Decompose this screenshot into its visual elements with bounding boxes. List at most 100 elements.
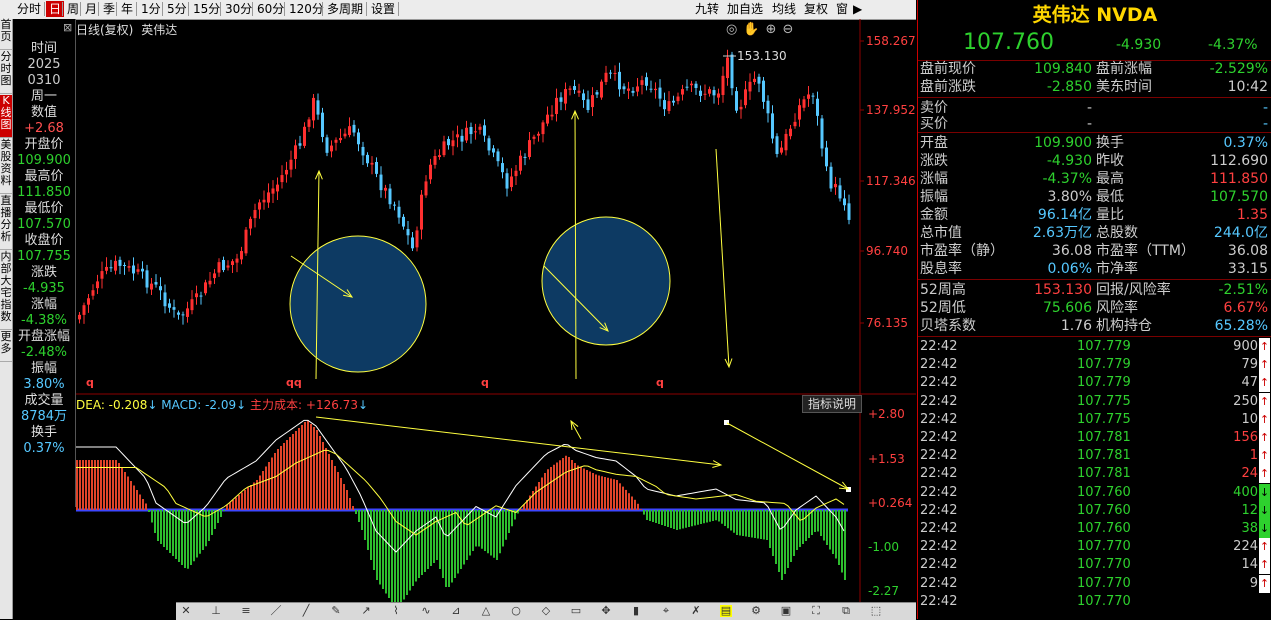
draw-tool-icon-17[interactable]: ✗ [690, 605, 702, 617]
period-button-10[interactable]: 60分 [254, 1, 287, 17]
draw-tool-icon-2[interactable]: ≡ [240, 605, 252, 617]
stat52-row-2-label2: 机构持仓 [1096, 318, 1152, 334]
period-button-8[interactable]: 15分 [190, 1, 223, 17]
candle-body [87, 298, 90, 305]
crosshair-info-panel: 时间 2025 0310 周一 数值 +2.68 开盘价 109.900 最高价 111.850 最… [13, 19, 76, 507]
left-tab-6[interactable]: 更多 [0, 331, 12, 362]
chart-canvas[interactable]: 158.267 137.952 117.346 96.740 76.135 +2.80 +1… [76, 19, 916, 619]
stat-row-7-label2: 市净率 [1096, 261, 1138, 277]
draw-tool-icon-1[interactable]: ⊥ [210, 605, 222, 617]
left-tab-2[interactable]: K线图 [0, 95, 12, 138]
draw-tool-icon-3[interactable]: ／ [270, 605, 282, 617]
macd-bar [238, 495, 240, 510]
premarket-row-0-value: 109.840 [1034, 61, 1092, 77]
candle-body [145, 270, 149, 288]
draw-tool-icon-6[interactable]: ↗ [360, 605, 372, 617]
draw-tool-icon-7[interactable]: ⌇ [390, 605, 402, 617]
draw-tool-icon-23[interactable]: ⬚ [870, 605, 882, 617]
candle-body [249, 218, 252, 229]
candle-body [694, 83, 698, 89]
info-label-13: 换手 [30, 425, 57, 440]
kline-chart-area[interactable]: 日线(复权) 英伟达 ◎✋⊕⊖ 158.267 137.952 117.346 96.… [76, 19, 916, 619]
macd-bar [421, 510, 423, 575]
bidask-value: - [1086, 116, 1092, 132]
info-label-2: 周一 [30, 89, 57, 104]
period-button-7[interactable]: 5分 [164, 1, 190, 17]
macd-bar [742, 510, 744, 536]
tick-row: 22:42 107.760 12 ↓ [920, 501, 1270, 520]
macd-trend-arrow-2-head [838, 481, 850, 490]
macd-bar [703, 510, 705, 524]
candle-body [298, 143, 302, 146]
macd-bar [823, 510, 825, 541]
period-button-0[interactable]: 分时 [14, 1, 44, 17]
macd-bar [358, 510, 360, 522]
candle-body [847, 203, 851, 220]
draw-tool-icon-19[interactable]: ⚙ [750, 605, 762, 617]
draw-tool-icon-11[interactable]: ○ [510, 605, 522, 617]
left-tab-3[interactable]: 美股资料 [0, 139, 12, 194]
macd-bar [661, 510, 663, 525]
toolbar-divider [188, 2, 189, 16]
stat52-row-0-label: 52周高 [920, 282, 966, 298]
candle-body [582, 93, 585, 101]
draw-tool-icon-9[interactable]: ⊿ [450, 605, 462, 617]
draw-tool-icon-10[interactable]: △ [480, 605, 492, 617]
draw-tool-icon-16[interactable]: ⌖ [660, 605, 672, 617]
candle-body [154, 282, 158, 285]
indicator-explain-button[interactable]: 指标说明 [802, 395, 862, 413]
draw-tool-icon-21[interactable]: ⛶ [810, 605, 822, 617]
info-close-icon[interactable]: ⊠ [63, 21, 72, 34]
toolbar-right-button-1[interactable]: 加自选 [724, 1, 766, 17]
left-tab-5[interactable]: 内部大宅指数 [0, 251, 12, 330]
toolbar-divider [98, 2, 99, 16]
macd-bar [736, 510, 738, 535]
draw-tool-icon-20[interactable]: ▣ [780, 605, 792, 617]
draw-tool-icon-18[interactable]: ▤ [720, 605, 732, 617]
period-button-13[interactable]: 设置 [368, 1, 398, 17]
left-tab-0[interactable]: 首页 [0, 19, 12, 50]
toolbar-right-button-3[interactable]: 复权 [801, 1, 831, 17]
macd-bar [766, 510, 768, 540]
draw-tool-icon-12[interactable]: ◇ [540, 605, 552, 617]
left-tab-4[interactable]: 直播分析 [0, 195, 12, 250]
candle-body [195, 293, 198, 298]
tick-price: 107.779 [1077, 339, 1131, 354]
tick-row: 22:42 107.760 400 ↓ [920, 483, 1270, 502]
draw-tool-icon-15[interactable]: ▮ [630, 605, 642, 617]
period-button-9[interactable]: 30分 [222, 1, 255, 17]
candle-body [388, 188, 392, 205]
collapse-panel-icon[interactable]: ▶ [850, 1, 865, 17]
candle-body [703, 93, 707, 95]
toolbar-right-button-4[interactable]: 窗 [833, 1, 851, 17]
draw-tool-icon-8[interactable]: ∿ [420, 605, 432, 617]
macd-bar [694, 510, 696, 526]
tick-volume: 47 [1241, 375, 1258, 391]
left-tab-1[interactable]: 分时图 [0, 51, 12, 94]
macd-bar [241, 492, 243, 510]
macd-bar [283, 443, 285, 510]
macd-bar [577, 465, 579, 510]
toolbar-right-button-2[interactable]: 均线 [769, 1, 799, 17]
draw-tool-icon-13[interactable]: ▭ [570, 605, 582, 617]
period-button-12[interactable]: 多周期 [324, 1, 366, 17]
draw-tool-icon-5[interactable]: ✎ [330, 605, 342, 617]
period-button-6[interactable]: 1分 [138, 1, 164, 17]
macd-bar [787, 510, 789, 568]
candle-body [757, 76, 761, 84]
stat52-row-1-label2: 风险率 [1096, 300, 1138, 316]
tick-row: 22:42 107.779 47 ↑ [920, 374, 1270, 393]
draw-tool-icon-0[interactable]: ✕ [180, 605, 192, 617]
draw-tool-icon-14[interactable]: ✥ [600, 605, 612, 617]
toolbar-right-button-0[interactable]: 九转 [692, 1, 722, 17]
macd-bar [343, 484, 345, 510]
macd-bar [583, 468, 585, 510]
toolbar-divider [62, 2, 63, 16]
draw-tool-icon-4[interactable]: ╱ [300, 605, 312, 617]
period-button-11[interactable]: 120分 [286, 1, 327, 17]
stat52-row-1: 52周低 75.606 风险率 6.67% [920, 299, 1270, 317]
tick-time: 22:42 [920, 502, 958, 518]
period-button-5[interactable]: 年 [118, 1, 136, 17]
macd-bar [442, 510, 444, 578]
draw-tool-icon-22[interactable]: ⧉ [840, 605, 852, 617]
